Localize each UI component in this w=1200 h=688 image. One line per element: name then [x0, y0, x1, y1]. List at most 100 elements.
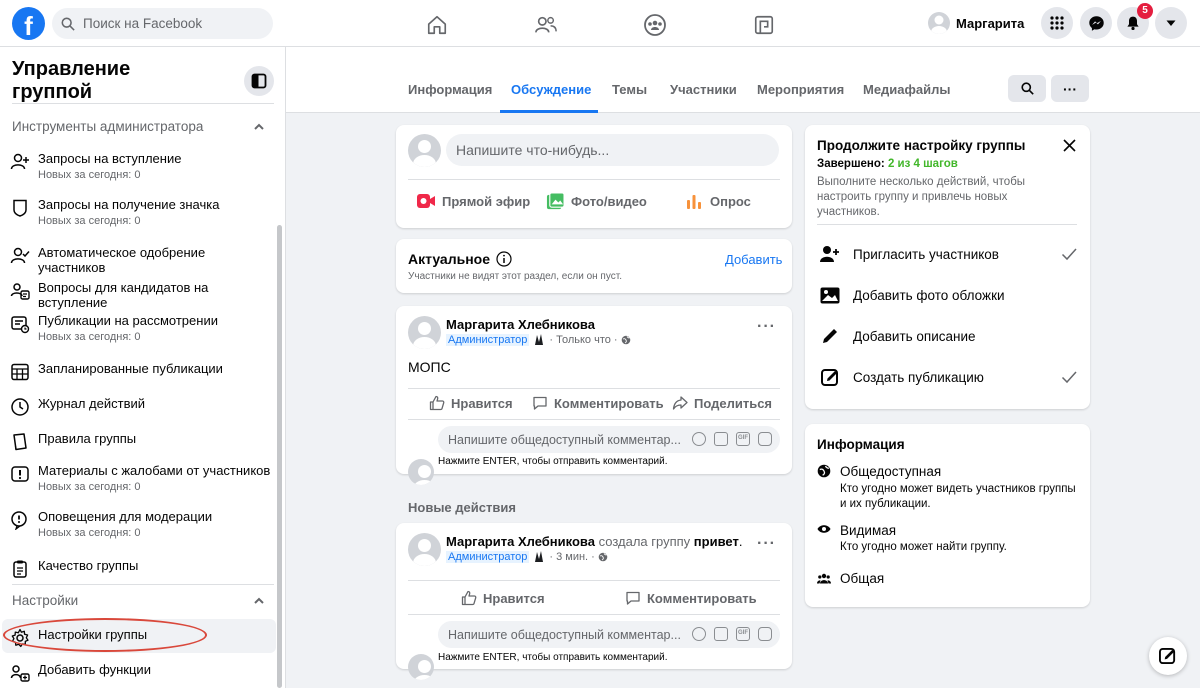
- post-time[interactable]: · Только что ·: [549, 334, 617, 346]
- user-name: Маргарита: [956, 15, 1025, 31]
- sidebar-item-moderation-alerts[interactable]: Оповещения для модерации Новых за сегодня…: [10, 509, 276, 539]
- progress-label: Завершено:: [817, 158, 885, 170]
- setup-step-create-post[interactable]: Создать публикацию: [817, 364, 1077, 390]
- sidebar-item-label: Запросы на вступление: [38, 151, 182, 166]
- emoji-icon[interactable]: [692, 627, 706, 641]
- camera-icon[interactable]: [714, 627, 728, 641]
- sidebar-item-join-requests[interactable]: Запросы на вступление Новых за сегодня: 0: [10, 151, 276, 181]
- sidebar-item-add-features[interactable]: Добавить функции: [10, 662, 276, 683]
- account-button[interactable]: [1155, 7, 1187, 39]
- like-button[interactable]: Нравится: [461, 590, 545, 606]
- live-video-label: Прямой эфир: [442, 193, 531, 209]
- sidebar-item-pending-posts[interactable]: Публикации на рассмотрении Новых за сегод…: [10, 313, 276, 343]
- comment-button[interactable]: Комментировать: [625, 590, 757, 606]
- more-dots-icon: ···: [1063, 80, 1077, 97]
- nav-gaming[interactable]: [709, 9, 819, 41]
- post-author[interactable]: Маргарита Хлебникова: [446, 534, 595, 549]
- groups-icon: [644, 14, 666, 36]
- setup-step-description[interactable]: Добавить описание: [817, 323, 1077, 349]
- new-message-button[interactable]: [1149, 637, 1187, 675]
- tab-topics[interactable]: Темы: [612, 82, 647, 97]
- sidebar-item-activity-log[interactable]: Журнал действий: [10, 396, 276, 417]
- camera-icon[interactable]: [714, 432, 728, 446]
- moderation-alert-icon: [11, 511, 27, 530]
- post-options-icon[interactable]: ···: [757, 535, 776, 553]
- close-icon[interactable]: [1063, 139, 1076, 152]
- divider: [12, 584, 274, 585]
- globe-icon: [598, 552, 608, 561]
- divider: [408, 179, 780, 180]
- gif-icon[interactable]: GIF: [736, 432, 750, 446]
- facebook-logo-icon[interactable]: f: [12, 7, 45, 40]
- sidebar-item-label: Автоматическое одобрение участников: [38, 245, 206, 275]
- compose-icon: [1159, 647, 1176, 665]
- group-search-button[interactable]: [1008, 75, 1046, 102]
- toggle-sidebar-button[interactable]: [244, 66, 274, 96]
- search-input[interactable]: Поиск на Facebook: [52, 8, 273, 39]
- poll-button[interactable]: Опрос: [686, 192, 751, 210]
- questions-icon: [10, 283, 30, 300]
- add-featured-link[interactable]: Добавить: [725, 252, 782, 267]
- sticker-icon[interactable]: [758, 432, 772, 446]
- like-button[interactable]: Нравится: [429, 395, 513, 411]
- share-button[interactable]: Поделиться: [672, 395, 772, 411]
- new-activity-heading: Новые действия: [408, 500, 516, 515]
- sidebar-item-scheduled-posts[interactable]: Запланированные публикации: [10, 361, 276, 382]
- live-video-button[interactable]: Прямой эфир: [416, 192, 530, 210]
- comment-label: Комментировать: [554, 395, 664, 411]
- sidebar-item-badge-requests[interactable]: Запросы на получение значка Новых за сего…: [10, 197, 276, 227]
- messenger-button[interactable]: [1080, 7, 1112, 39]
- chevron-up-icon[interactable]: [252, 120, 266, 134]
- group-setup-card: Продолжите настройку группы Завершено: 2…: [805, 125, 1090, 409]
- setup-step-invite[interactable]: Пригласить участников: [817, 241, 1077, 267]
- sidebar-scrollbar[interactable]: [277, 225, 282, 688]
- post-time[interactable]: · 3 мин. ·: [549, 551, 594, 563]
- photo-video-button[interactable]: Фото/видео: [546, 192, 647, 211]
- nav-groups[interactable]: [600, 9, 710, 41]
- post-author[interactable]: Маргарита Хлебникова: [446, 317, 595, 332]
- sidebar-item-group-quality[interactable]: Качество группы: [10, 558, 276, 579]
- tab-members[interactable]: Участники: [670, 82, 737, 97]
- group-name-link[interactable]: привет: [694, 534, 739, 549]
- tab-media[interactable]: Медиафайлы: [863, 82, 951, 97]
- sidebar-item-label: Запросы на получение значка: [38, 197, 220, 212]
- post-options-icon[interactable]: ···: [757, 318, 776, 336]
- calendar-icon: [11, 363, 29, 381]
- member-badge-icon: [535, 334, 544, 345]
- like-label: Нравится: [451, 395, 513, 411]
- comment-input[interactable]: Напишите общедоступный комментар... GIF: [438, 426, 780, 453]
- like-label: Нравится: [483, 590, 545, 606]
- comment-button[interactable]: Комментировать: [532, 395, 664, 411]
- admin-badge: Администратор: [446, 333, 530, 346]
- divider: [817, 224, 1077, 225]
- nav-friends[interactable]: [491, 9, 601, 41]
- composer-input[interactable]: Напишите что-нибудь...: [446, 134, 779, 166]
- chevron-up-icon[interactable]: [252, 594, 266, 608]
- sidebar-item-auto-approval[interactable]: Автоматическое одобрение участников: [10, 245, 276, 275]
- avatar[interactable]: [408, 533, 441, 566]
- admin-badge: Администратор: [446, 550, 530, 563]
- sidebar-item-count: Новых за сегодня: 0: [38, 215, 141, 227]
- nav-home[interactable]: [382, 9, 492, 41]
- emoji-icon[interactable]: [692, 432, 706, 446]
- avatar[interactable]: [408, 316, 441, 349]
- setup-step-cover-photo[interactable]: Добавить фото обложки: [817, 282, 1077, 308]
- sidebar-item-label: Журнал действий: [38, 396, 146, 411]
- sidebar-item-group-rules[interactable]: Правила группы: [10, 431, 276, 452]
- profile-chip[interactable]: Маргарита: [928, 8, 1024, 38]
- sidebar-item-membership-questions[interactable]: Вопросы для кандидатов на вступление: [10, 280, 276, 310]
- gif-icon[interactable]: GIF: [736, 627, 750, 641]
- tab-discussion[interactable]: Обсуждение: [511, 82, 591, 97]
- bell-icon: [1127, 16, 1139, 31]
- sticker-icon[interactable]: [758, 627, 772, 641]
- divider: [408, 614, 780, 615]
- tab-info[interactable]: Информация: [408, 82, 492, 97]
- avatar: [928, 12, 950, 34]
- more-options-button[interactable]: ···: [1051, 75, 1089, 102]
- menu-button[interactable]: [1041, 7, 1073, 39]
- info-icon[interactable]: [496, 251, 512, 267]
- comment-input[interactable]: Напишите общедоступный комментар... GIF: [438, 621, 780, 648]
- setup-description: Выполните несколько действий, чтобы наст…: [817, 176, 1026, 218]
- sidebar-item-member-reports[interactable]: Материалы с жалобами от участников Новых …: [10, 463, 276, 493]
- tab-events[interactable]: Мероприятия: [757, 82, 844, 97]
